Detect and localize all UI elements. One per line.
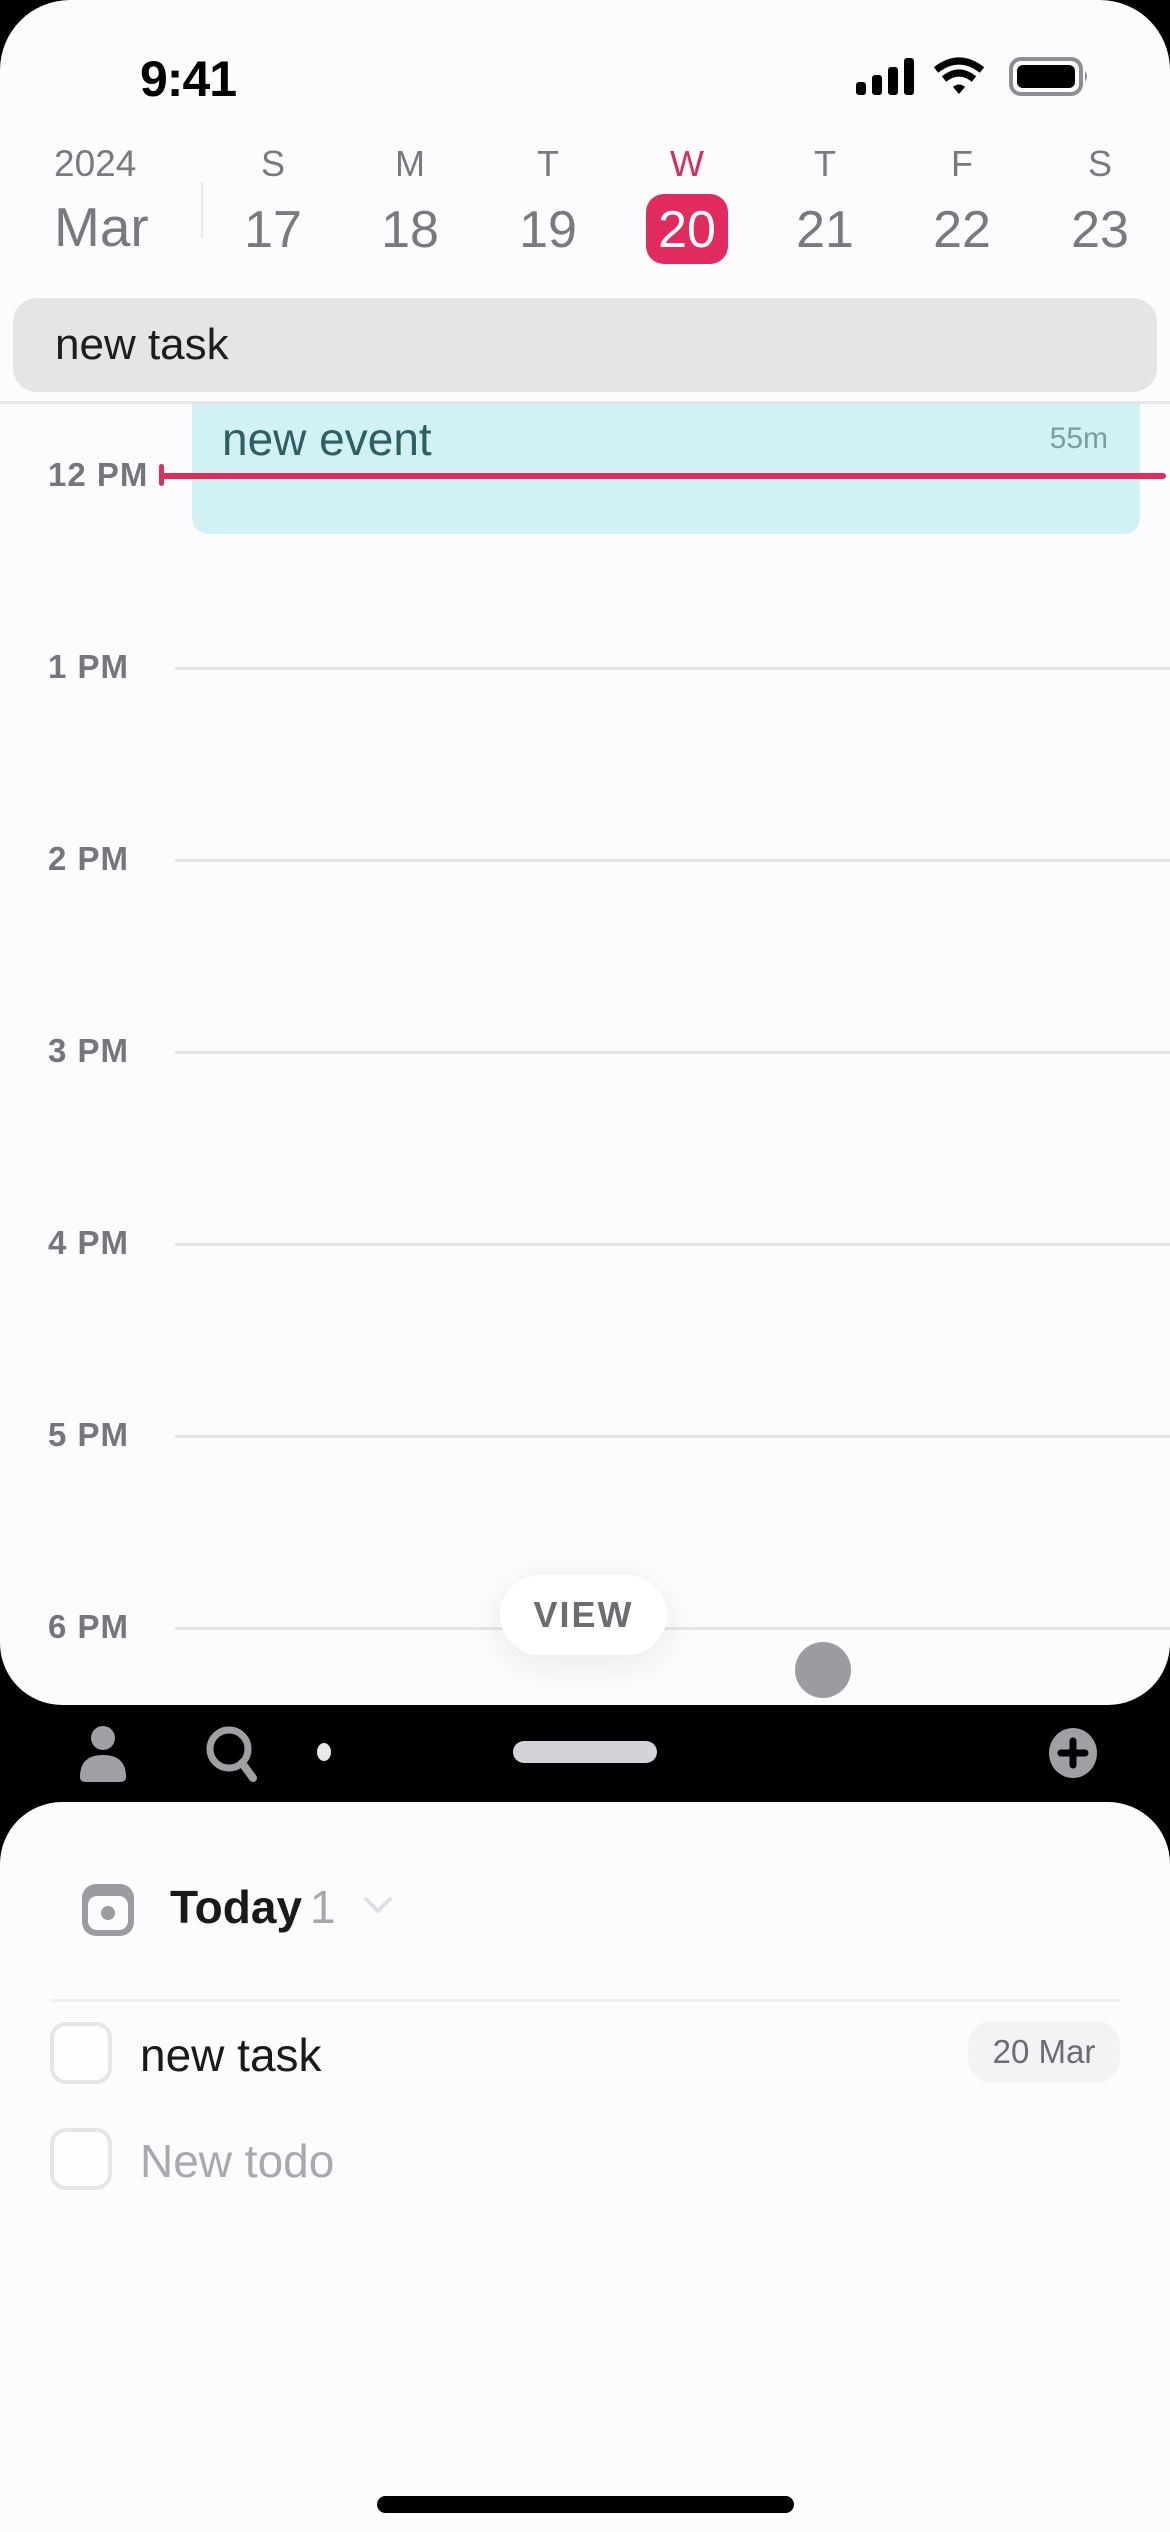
task-title[interactable]: new task (140, 2028, 322, 2082)
day-number: 18 (381, 201, 439, 259)
day-letter: T (537, 143, 559, 184)
hour-label: 1 PM (48, 648, 130, 685)
task-date-badge[interactable]: 20 Mar (968, 2022, 1120, 2082)
day-number: 21 (796, 201, 854, 259)
hour-gridline (175, 1051, 1170, 1054)
wifi-icon (933, 57, 985, 94)
list-divider (50, 1999, 1120, 2002)
day-letter: M (395, 143, 425, 184)
hour-label: 2 PM (48, 840, 130, 877)
person-icon[interactable] (78, 1725, 128, 1783)
search-icon[interactable] (205, 1725, 261, 1783)
all-day-task-title: new task (55, 320, 229, 369)
hour-label: 5 PM (48, 1416, 130, 1453)
day-letter: S (260, 143, 285, 184)
calendar-panel: 9:41 2024 Mar S 17 M 18 T 19 W 20 T 21 F 22 S 23 new … (0, 0, 1170, 1705)
hour-gridline (175, 1243, 1170, 1246)
page-dot-icon (317, 1743, 331, 1761)
day-number: 20 (646, 194, 728, 264)
current-time-line (162, 473, 1166, 479)
day-letter: W (670, 143, 704, 184)
day-letter: S (1087, 143, 1112, 184)
hour-label: 6 PM (48, 1608, 130, 1645)
day-number: 19 (519, 201, 577, 259)
add-circle-icon[interactable] (1049, 1728, 1097, 1778)
day-number: 22 (933, 201, 991, 259)
section-title[interactable]: Today (170, 1880, 302, 1934)
section-count: 1 (310, 1881, 336, 1933)
hour-label: 3 PM (48, 1032, 130, 1069)
cellular-signal-icon (856, 58, 914, 95)
status-time: 9:41 (140, 51, 237, 107)
drag-handle-dot[interactable] (795, 1642, 851, 1698)
task-row[interactable]: new task 20 Mar (50, 2022, 1120, 2086)
new-todo-input[interactable]: New todo (140, 2134, 334, 2188)
day-column[interactable]: T 21 (765, 140, 885, 264)
status-icons (856, 57, 1087, 96)
view-button[interactable]: VIEW (500, 1575, 667, 1655)
day-letter: F (951, 143, 973, 184)
chevron-down-icon[interactable] (362, 1894, 394, 1916)
day-number: 17 (244, 201, 302, 259)
day-column[interactable]: T 19 (488, 140, 608, 264)
day-number: 23 (1071, 201, 1129, 259)
hour-label: 12 PM (48, 456, 149, 493)
day-letter: T (814, 143, 836, 184)
hour-label: 4 PM (48, 1224, 130, 1261)
day-column[interactable]: F 22 (902, 140, 1022, 264)
task-panel: Today 1 new task 20 Mar New todo (0, 1802, 1170, 2532)
calendar-event[interactable]: new event 55m (192, 404, 1140, 534)
hour-gridline (175, 667, 1170, 670)
new-todo-checkbox[interactable] (50, 2128, 112, 2190)
all-day-task[interactable]: new task (13, 298, 1157, 392)
month-label[interactable]: Mar (54, 195, 149, 259)
year-label: 2024 (54, 143, 137, 184)
week-separator (201, 182, 203, 238)
event-duration: 55m (1049, 422, 1108, 455)
hour-gridline (175, 1627, 1170, 1630)
day-column[interactable]: S 23 (1040, 140, 1160, 264)
task-checkbox[interactable] (50, 2022, 112, 2084)
battery-icon (1009, 57, 1087, 96)
new-todo-row[interactable]: New todo (50, 2128, 1120, 2192)
today-icon (82, 1884, 134, 1936)
home-indicator (377, 2496, 794, 2513)
day-today[interactable]: W 20 (627, 140, 747, 264)
day-column[interactable]: S 17 (213, 140, 333, 264)
day-column[interactable]: M 18 (350, 140, 470, 264)
hour-gridline (175, 1435, 1170, 1438)
sheet-handle[interactable] (513, 1741, 657, 1763)
event-title: new event (222, 413, 432, 465)
hour-gridline (175, 859, 1170, 862)
